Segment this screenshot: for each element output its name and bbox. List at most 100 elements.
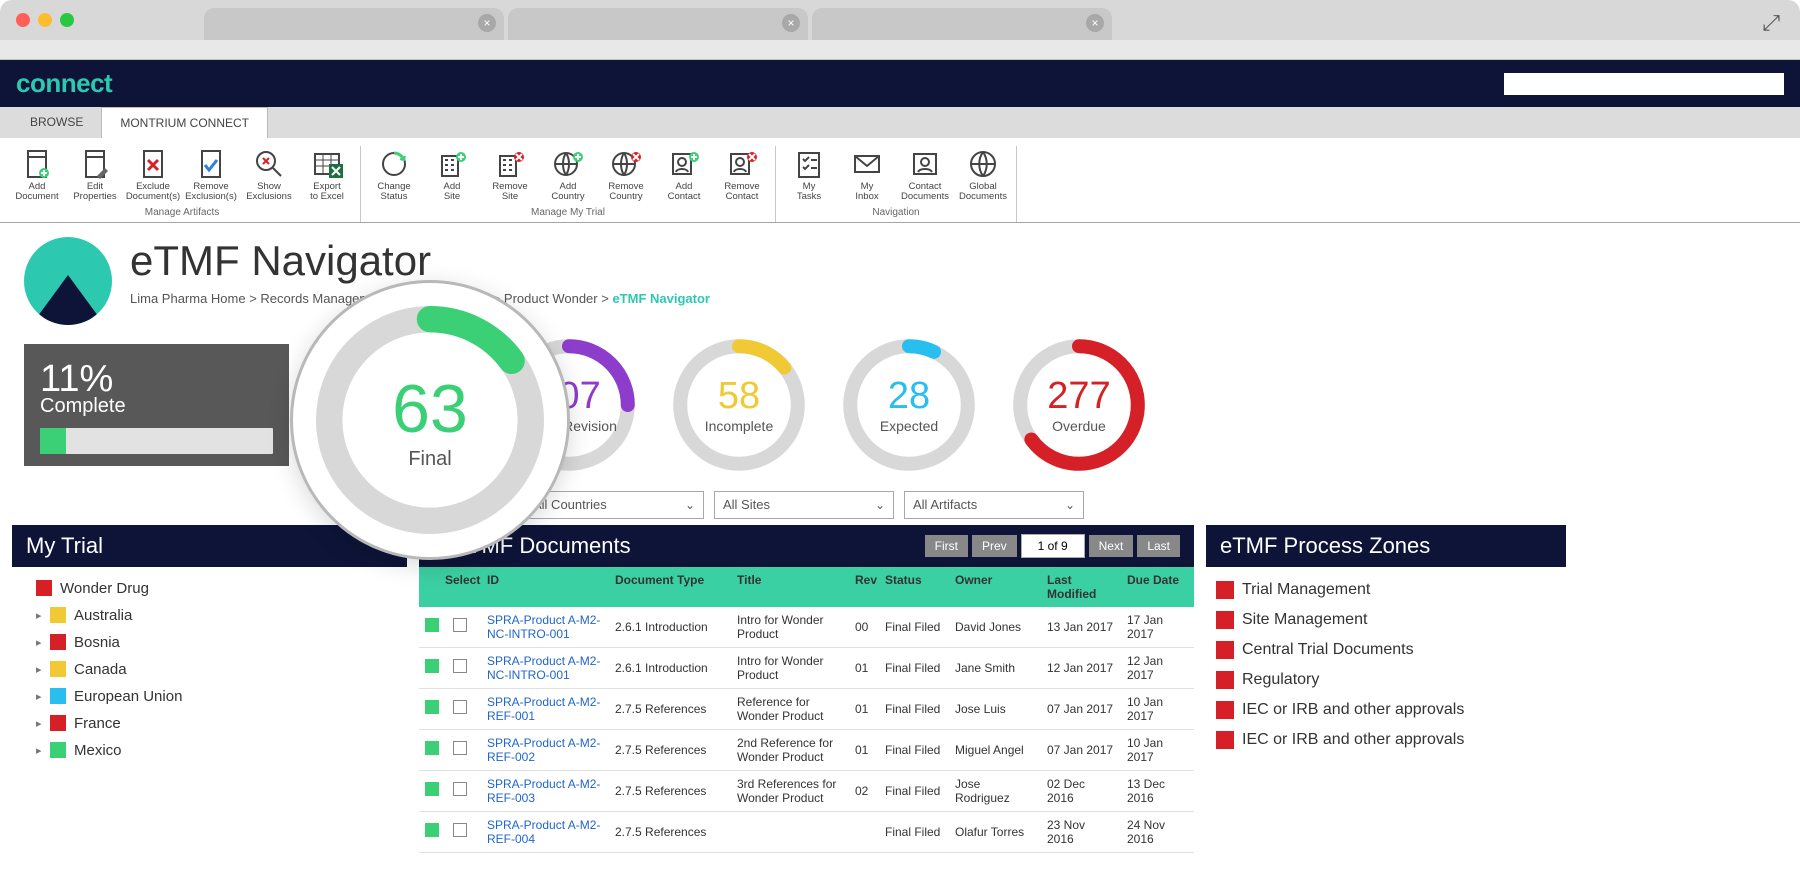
my-inbox-button[interactable]: MyInbox <box>838 146 896 205</box>
donut-value: 277 <box>1047 375 1110 418</box>
table-row[interactable]: SPRA-Product A-M2-NC-INTRO-001 2.6.1 Int… <box>419 648 1194 689</box>
row-checkbox[interactable] <box>453 659 467 673</box>
doc-id-link[interactable]: SPRA-Product A-M2-NC-INTRO-001 <box>487 613 600 641</box>
donut-expected[interactable]: 28 Expected <box>839 335 979 475</box>
tree-item[interactable]: ▸Canada <box>22 656 397 683</box>
row-checkbox[interactable] <box>453 700 467 714</box>
filter-artifacts[interactable]: All Artifacts⌄ <box>904 491 1084 519</box>
row-checkbox[interactable] <box>453 618 467 632</box>
add-country-button[interactable]: AddCountry <box>539 146 597 205</box>
add-contact-button[interactable]: AddContact <box>655 146 713 205</box>
ribbon-group: ChangeStatusAddSiteRemoveSiteAddCountryR… <box>361 146 776 222</box>
col-id[interactable]: ID <box>481 567 609 607</box>
row-checkbox[interactable] <box>453 782 467 796</box>
zoom-window-icon[interactable] <box>60 13 74 27</box>
tab-close-icon[interactable]: × <box>478 14 496 32</box>
doc-id-link[interactable]: SPRA-Product A-M2-REF-001 <box>487 695 600 723</box>
col-due-date[interactable]: Due Date <box>1121 567 1191 607</box>
cell-status: Final Filed <box>879 696 949 722</box>
table-row[interactable]: SPRA-Product A-M2-REF-003 2.7.5 Referenc… <box>419 771 1194 812</box>
cell-type: 2.7.5 References <box>609 737 731 763</box>
pager-first-button[interactable]: First <box>925 535 968 557</box>
tree-label: France <box>74 715 121 732</box>
col-rev[interactable]: Rev <box>849 567 879 607</box>
global-documents-button[interactable]: GlobalDocuments <box>954 146 1012 205</box>
remove-site-button[interactable]: RemoveSite <box>481 146 539 205</box>
doc-id-link[interactable]: SPRA-Product A-M2-REF-002 <box>487 736 600 764</box>
remove-country-button[interactable]: RemoveCountry <box>597 146 655 205</box>
pager-page-input[interactable] <box>1021 534 1085 558</box>
filter-sites[interactable]: All Sites⌄ <box>714 491 894 519</box>
table-row[interactable]: SPRA-Product A-M2-NC-INTRO-001 2.6.1 Int… <box>419 607 1194 648</box>
contact-x-icon <box>726 148 758 180</box>
cell-title: Reference for Wonder Product <box>731 689 849 729</box>
cell-due-date: 10 Jan 2017 <box>1121 689 1191 729</box>
edit-properties-button[interactable]: EditProperties <box>66 146 124 205</box>
zone-label: Regulatory <box>1242 671 1319 689</box>
kpi-row: 11% Complete 63 Final 107 Under Revision <box>0 325 1800 485</box>
change-status-button[interactable]: ChangeStatus <box>365 146 423 205</box>
window-controls[interactable] <box>16 13 74 27</box>
tab-browse[interactable]: BROWSE <box>12 107 101 138</box>
doc-id-link[interactable]: SPRA-Product A-M2-REF-004 <box>487 818 600 846</box>
zone-item[interactable]: IEC or IRB and other approvals <box>1216 725 1556 755</box>
brand-logo: connect <box>16 68 112 99</box>
filter-countries[interactable]: All Countries⌄ <box>524 491 704 519</box>
pager-last-button[interactable]: Last <box>1137 535 1180 557</box>
add-site-button[interactable]: AddSite <box>423 146 481 205</box>
tree-item[interactable]: ▸Australia <box>22 602 397 629</box>
row-checkbox[interactable] <box>453 823 467 837</box>
tab-montrium-connect[interactable]: MONTRIUM CONNECT <box>101 107 268 138</box>
browser-tab[interactable]: × <box>508 8 808 40</box>
col-type[interactable]: Document Type <box>609 567 731 607</box>
doc-id-link[interactable]: SPRA-Product A-M2-NC-INTRO-001 <box>487 654 600 682</box>
zone-item[interactable]: Site Management <box>1216 605 1556 635</box>
col-owner[interactable]: Owner <box>949 567 1041 607</box>
browser-tab[interactable]: × <box>812 8 1112 40</box>
tree-root[interactable]: Wonder Drug <box>22 575 397 602</box>
contact-documents-button[interactable]: ContactDocuments <box>896 146 954 205</box>
exclude-documents-button[interactable]: ExcludeDocument(s) <box>124 146 182 205</box>
tree-item[interactable]: ▸Mexico <box>22 737 397 764</box>
cell-status: Final Filed <box>879 737 949 763</box>
browser-tab[interactable]: × <box>204 8 504 40</box>
remove-contact-button[interactable]: RemoveContact <box>713 146 771 205</box>
tree-item[interactable]: ▸Bosnia <box>22 629 397 656</box>
table-row[interactable]: SPRA-Product A-M2-REF-002 2.7.5 Referenc… <box>419 730 1194 771</box>
col-last-modified[interactable]: Last Modified <box>1041 567 1121 607</box>
table-row[interactable]: SPRA-Product A-M2-REF-004 2.7.5 Referenc… <box>419 812 1194 853</box>
col-title[interactable]: Title <box>731 567 849 607</box>
pager-next-button[interactable]: Next <box>1089 535 1134 557</box>
caret-right-icon: ▸ <box>36 717 50 730</box>
cell-owner: Jane Smith <box>949 655 1041 681</box>
show-exclusions-button[interactable]: ShowExclusions <box>240 146 298 205</box>
building-plus-icon <box>436 148 468 180</box>
expand-icon[interactable]: ⤢ <box>1762 10 1780 36</box>
zone-item[interactable]: Trial Management <box>1216 575 1556 605</box>
tab-close-icon[interactable]: × <box>1086 14 1104 32</box>
tab-close-icon[interactable]: × <box>782 14 800 32</box>
cell-last-modified: 07 Jan 2017 <box>1041 737 1121 763</box>
close-window-icon[interactable] <box>16 13 30 27</box>
status-square-icon <box>1216 701 1234 719</box>
table-row[interactable]: SPRA-Product A-M2-REF-001 2.7.5 Referenc… <box>419 689 1194 730</box>
status-square-icon <box>36 580 52 596</box>
tree-item[interactable]: ▸ France <box>22 710 397 737</box>
donut-incomplete[interactable]: 58 Incomplete <box>669 335 809 475</box>
tree-item[interactable]: ▸European Union <box>22 683 397 710</box>
my-tasks-button[interactable]: MyTasks <box>780 146 838 205</box>
zone-item[interactable]: Regulatory <box>1216 665 1556 695</box>
zone-item[interactable]: Central Trial Documents <box>1216 635 1556 665</box>
col-status[interactable]: Status <box>879 567 949 607</box>
pager-prev-button[interactable]: Prev <box>972 535 1017 557</box>
remove-exclusions-button[interactable]: RemoveExclusion(s) <box>182 146 240 205</box>
row-checkbox[interactable] <box>453 741 467 755</box>
donut-overdue[interactable]: 277 Overdue <box>1009 335 1149 475</box>
export-excel-button[interactable]: Exportto Excel <box>298 146 356 205</box>
add-document-button[interactable]: AddDocument <box>8 146 66 205</box>
zone-item[interactable]: IEC or IRB and other approvals <box>1216 695 1556 725</box>
doc-id-link[interactable]: SPRA-Product A-M2-REF-003 <box>487 777 600 805</box>
minimize-window-icon[interactable] <box>38 13 52 27</box>
contact-plus-icon <box>668 148 700 180</box>
cell-owner: Olafur Torres <box>949 819 1041 845</box>
